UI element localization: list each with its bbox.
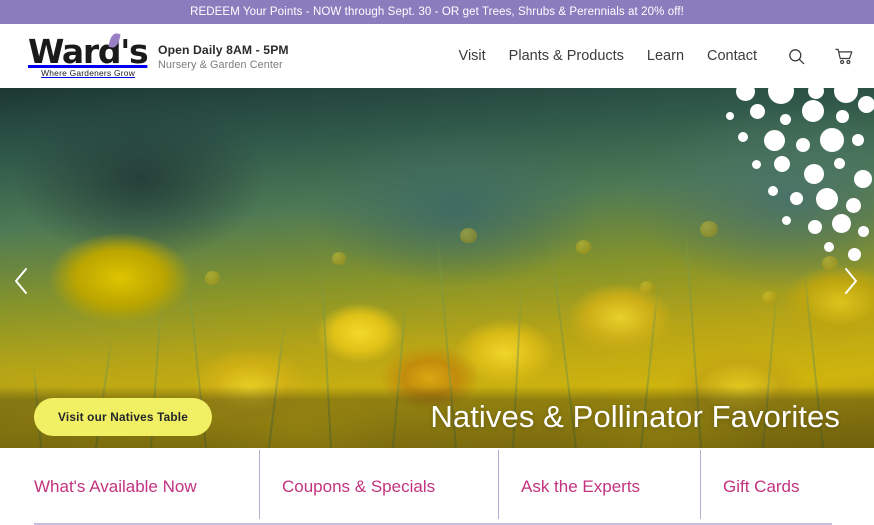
quick-link-gift-cards[interactable]: Gift Cards	[701, 448, 818, 525]
site-logo[interactable]: Ward's Where Gardeners Grow	[28, 31, 149, 79]
decorative-dot-cluster	[724, 88, 874, 263]
quick-link-whats-available-now[interactable]: What's Available Now	[34, 448, 259, 525]
nav-item-plants-products[interactable]: Plants & Products	[509, 48, 624, 64]
store-hours-secondary: Nursery & Garden Center	[158, 58, 283, 71]
hero-carousel: Visit our Natives Table Natives & Pollin…	[0, 88, 874, 448]
store-hours: Open Daily 8AM - 5PM Nursery & Garden Ce…	[158, 41, 289, 71]
promo-banner[interactable]: REDEEM Your Points - NOW through Sept. 3…	[0, 0, 874, 24]
hero-caption-bar: Visit our Natives Table Natives & Pollin…	[0, 386, 874, 448]
nav-item-learn[interactable]: Learn	[647, 48, 684, 64]
carousel-prev-button[interactable]	[4, 264, 38, 298]
quick-link-coupons-specials[interactable]: Coupons & Specials	[260, 448, 498, 525]
shopping-cart-icon[interactable]	[834, 46, 854, 66]
promo-banner-text: REDEEM Your Points - NOW through Sept. 3…	[190, 6, 684, 18]
quick-link-ask-the-experts[interactable]: Ask the Experts	[499, 448, 700, 525]
hero-title: Natives & Pollinator Favorites	[430, 399, 840, 434]
nav-item-contact[interactable]: Contact	[707, 48, 757, 64]
store-hours-primary: Open Daily 8AM - 5PM	[158, 42, 289, 57]
main-navigation: Visit Plants & Products Learn Contact	[459, 46, 854, 66]
logo-tagline: Where Gardeners Grow	[41, 68, 135, 79]
quick-links-bar: What's Available Now Coupons & Specials …	[0, 448, 874, 525]
search-icon[interactable]	[786, 46, 806, 66]
carousel-next-button[interactable]	[834, 264, 868, 298]
brand-block: Ward's Where Gardeners Grow Open Daily 8…	[28, 31, 289, 79]
hero-cta-button[interactable]: Visit our Natives Table	[34, 398, 213, 436]
site-header: Ward's Where Gardeners Grow Open Daily 8…	[0, 24, 874, 88]
nav-item-visit[interactable]: Visit	[459, 48, 486, 64]
logo-wordmark: Ward's	[28, 31, 149, 71]
